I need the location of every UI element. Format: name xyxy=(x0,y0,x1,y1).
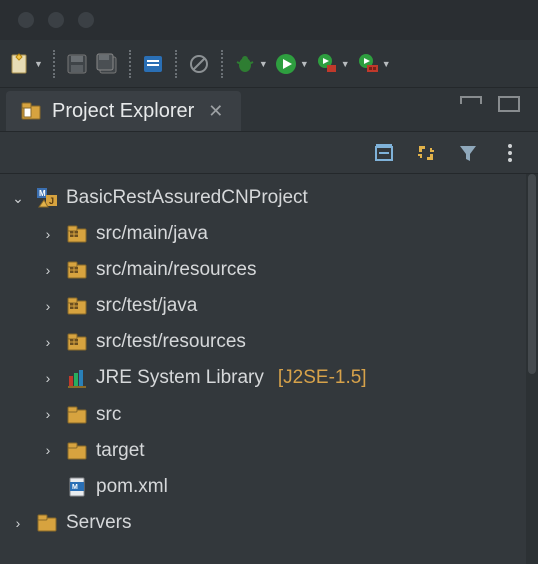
scrollbar-thumb[interactable] xyxy=(528,174,536,374)
collapse-all-button[interactable] xyxy=(370,139,398,167)
link-with-editor-button[interactable] xyxy=(412,139,440,167)
coverage-button[interactable] xyxy=(313,50,341,78)
twisty-collapsed-icon[interactable]: › xyxy=(38,365,58,392)
tree-node[interactable]: › src/main/resources xyxy=(4,252,534,288)
maven-java-project-icon xyxy=(36,187,58,209)
node-label: pom.xml xyxy=(96,469,168,505)
traffic-light-close[interactable] xyxy=(18,12,34,28)
node-label: target xyxy=(96,433,145,469)
traffic-light-minimize[interactable] xyxy=(48,12,64,28)
debug-button[interactable] xyxy=(231,50,259,78)
node-label: JRE System Library xyxy=(96,360,264,396)
run-dropdown-arrow[interactable]: ▼ xyxy=(300,59,309,69)
project-tree[interactable]: ⌄ BasicRestAssuredCNProject › src/main/j… xyxy=(0,174,538,564)
run-button[interactable] xyxy=(272,50,300,78)
toolbar-separator xyxy=(221,50,223,78)
tree-node[interactable]: › src/main/java xyxy=(4,216,534,252)
new-dropdown-arrow[interactable]: ▼ xyxy=(34,59,43,69)
tree-node[interactable]: › src xyxy=(4,397,534,433)
twisty-collapsed-icon[interactable]: › xyxy=(38,401,58,428)
view-menu-button[interactable] xyxy=(496,139,524,167)
tree-node[interactable]: › src/test/java xyxy=(4,288,534,324)
package-icon xyxy=(66,223,88,245)
project-explorer-icon xyxy=(20,100,42,122)
save-all-button[interactable] xyxy=(93,50,121,78)
file-icon xyxy=(66,476,88,498)
package-icon xyxy=(66,331,88,353)
twisty-collapsed-icon[interactable]: › xyxy=(38,329,58,356)
twisty-collapsed-icon[interactable]: › xyxy=(38,293,58,320)
run-external-dropdown-arrow[interactable]: ▼ xyxy=(382,59,391,69)
toolbar-separator xyxy=(175,50,177,78)
tab-title: Project Explorer xyxy=(52,100,194,123)
run-external-button[interactable] xyxy=(354,50,382,78)
tree-project-servers[interactable]: › Servers xyxy=(4,505,534,541)
tab-project-explorer[interactable]: Project Explorer ✕ xyxy=(6,91,241,131)
package-icon xyxy=(66,259,88,281)
tree-node[interactable]: › src/test/resources xyxy=(4,324,534,360)
package-icon xyxy=(66,295,88,317)
tree-project-root[interactable]: ⌄ BasicRestAssuredCNProject xyxy=(4,180,534,216)
debug-dropdown-arrow[interactable]: ▼ xyxy=(259,59,268,69)
filters-button[interactable] xyxy=(454,139,482,167)
tree-node[interactable]: › target xyxy=(4,433,534,469)
skip-breakpoints-button[interactable] xyxy=(185,50,213,78)
coverage-dropdown-arrow[interactable]: ▼ xyxy=(341,59,350,69)
traffic-light-zoom[interactable] xyxy=(78,12,94,28)
maximize-view-icon[interactable] xyxy=(498,96,520,112)
twisty-collapsed-icon[interactable]: › xyxy=(8,510,28,537)
folder-icon xyxy=(36,512,58,534)
tree-node[interactable]: pom.xml xyxy=(4,469,534,505)
new-button[interactable] xyxy=(6,50,34,78)
folder-icon xyxy=(66,440,88,462)
twisty-collapsed-icon[interactable]: › xyxy=(38,257,58,284)
node-label: src/main/java xyxy=(96,216,208,252)
node-suffix: [J2SE-1.5] xyxy=(278,360,367,396)
project-name-label: BasicRestAssuredCNProject xyxy=(66,180,308,216)
servers-label: Servers xyxy=(66,505,131,541)
twisty-collapsed-icon[interactable]: › xyxy=(38,437,58,464)
vertical-scrollbar[interactable] xyxy=(526,174,538,564)
tree-node[interactable]: › JRE System Library [J2SE-1.5] xyxy=(4,360,534,396)
node-label: src/test/java xyxy=(96,288,197,324)
view-toolbar xyxy=(0,132,538,174)
main-toolbar: ▼ ▼ ▼ ▼ ▼ xyxy=(0,40,538,88)
toggle-breadcrumb-button[interactable] xyxy=(139,50,167,78)
node-label: src/main/resources xyxy=(96,252,257,288)
twisty-collapsed-icon[interactable]: › xyxy=(38,221,58,248)
save-button[interactable] xyxy=(63,50,91,78)
toolbar-separator xyxy=(129,50,131,78)
minimize-view-icon[interactable] xyxy=(460,96,482,104)
node-label: src xyxy=(96,397,121,433)
twisty-expanded-icon[interactable]: ⌄ xyxy=(8,185,28,212)
folder-icon xyxy=(66,404,88,426)
toolbar-separator xyxy=(53,50,55,78)
jre-icon xyxy=(66,368,88,390)
window-titlebar xyxy=(0,0,538,40)
node-label: src/test/resources xyxy=(96,324,246,360)
view-tab-row: Project Explorer ✕ xyxy=(0,88,538,132)
close-tab-icon[interactable]: ✕ xyxy=(204,101,227,122)
